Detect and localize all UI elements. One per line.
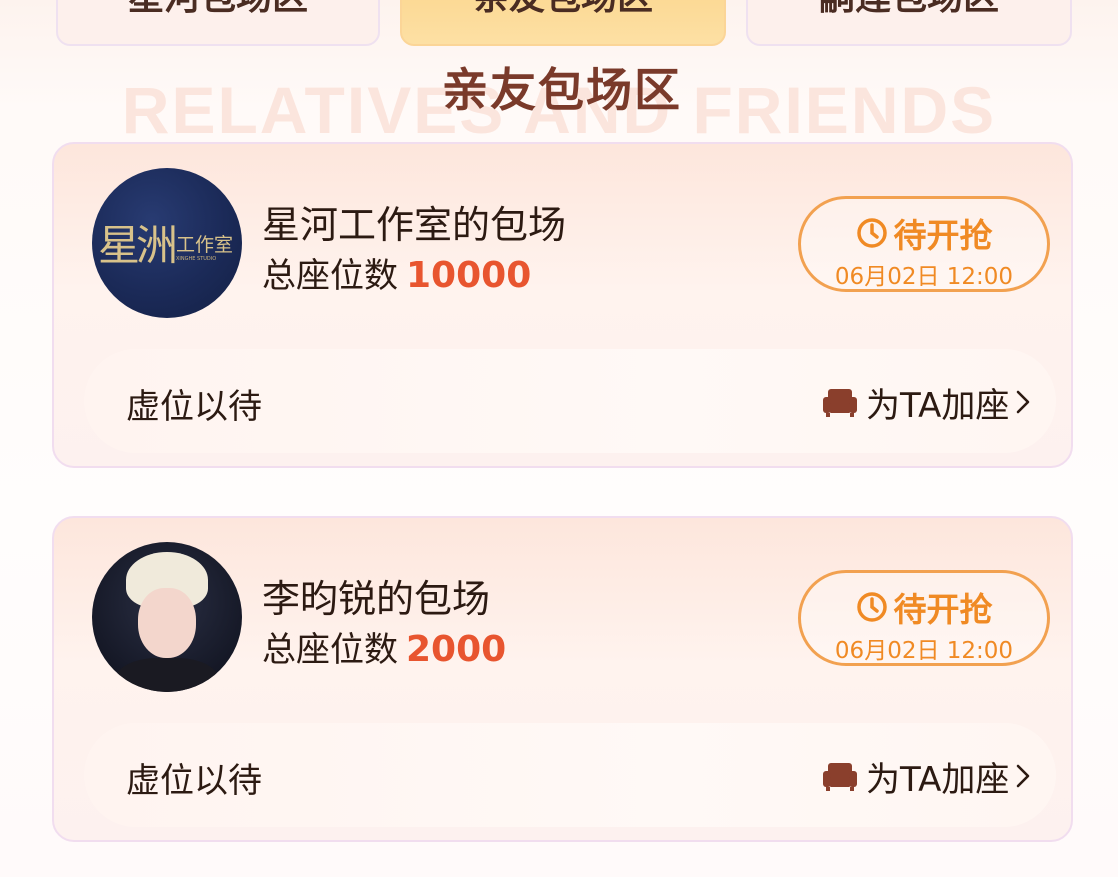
section-heading: RELATIVES AND FRIENDS 亲友包场区 [0,48,1118,147]
booking-name: 星河工作室的包场 [262,203,567,247]
avatar [92,542,242,692]
card-footer: 虚位以待 为TA加座 [84,349,1056,453]
avatar-logo-text: 星洲 [98,221,178,270]
add-seat-label: 为TA加座 [866,759,1010,800]
sofa-icon [823,389,857,417]
clock-icon [856,592,887,622]
section-title: 亲友包场区 [442,63,682,117]
add-seat-button[interactable]: 为TA加座 [822,377,1031,427]
status-label: 待开抢 [893,590,993,629]
seat-label: 总座位数 [262,256,398,296]
seat-count: 2000 [406,629,507,670]
status-time: 06月02日 12:00 [834,264,1014,290]
seat-count: 10000 [406,255,532,296]
card-footer: 虚位以待 为TA加座 [84,723,1056,827]
add-seat-label: 为TA加座 [866,385,1010,426]
status-label: 待开抢 [893,216,993,255]
tab-label: 星河包场区 [128,0,308,20]
footer-text: 虚位以待 [126,387,262,427]
tab-label: 亲友包场区 [473,0,653,20]
sofa-icon [823,763,857,791]
avatar: 星洲 工作室 XINGHE STUDIO [92,168,242,318]
seat-total: 总座位数 10000 [262,248,531,297]
zone-tabs: 星河包场区 亲友包场区 嗣莲包场区 [0,0,1118,50]
tab-xinghe-zone[interactable]: 星河包场区 [56,0,380,46]
seat-total: 总座位数 2000 [262,622,506,671]
status-badge[interactable]: 待开抢 06月02日 12:00 [798,570,1050,666]
tab-relatives-zone[interactable]: 亲友包场区 [400,0,726,46]
avatar-logo-en: XINGHE STUDIO [176,256,217,262]
tab-other-zone[interactable]: 嗣莲包场区 [746,0,1072,46]
clock-icon [856,218,887,248]
seat-label: 总座位数 [262,630,398,670]
status-time: 06月02日 12:00 [834,638,1014,664]
booking-card[interactable]: 李昀锐的包场 总座位数 2000 待开抢 06月02日 12:00 虚位以待 为T… [52,516,1073,842]
avatar-logo-subtext: 工作室 [176,234,234,256]
tab-label: 嗣莲包场区 [819,0,999,20]
chevron-right-icon [1017,390,1030,414]
booking-card[interactable]: 星洲 工作室 XINGHE STUDIO 星河工作室的包场 总座位数 10000 … [52,142,1073,468]
footer-text: 虚位以待 [126,761,262,801]
chevron-right-icon [1017,764,1030,788]
booking-name: 李昀锐的包场 [262,577,491,621]
status-badge[interactable]: 待开抢 06月02日 12:00 [798,196,1050,292]
add-seat-button[interactable]: 为TA加座 [822,751,1031,801]
